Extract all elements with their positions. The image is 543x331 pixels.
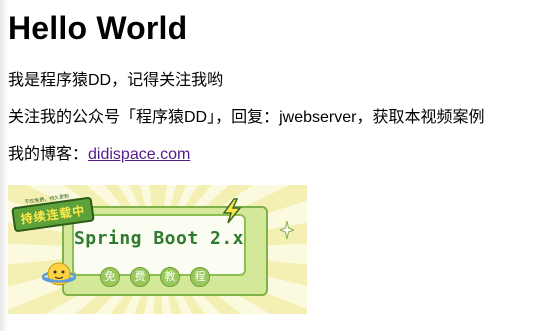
page-left-edge [0,0,8,331]
intro-paragraph: 我是程序猿DD，记得关注我哟 [8,72,224,89]
blog-link[interactable]: didispace.com [88,146,190,163]
banner-tags: 免 费 教 程 [100,267,210,287]
sparkle-icon [280,221,294,239]
follow-paragraph: 关注我的公众号「程序猿DD」，回复：jwebserver，获取本视频案例 [8,109,485,126]
banner-tag: 程 [190,267,210,287]
blog-paragraph: 我的博客：didispace.com [8,146,535,164]
lightning-icon [222,198,242,224]
course-banner-image: Spring Boot 2.x 免 费 教 程 不仅免费，持久更新 持续连载中 [8,185,307,314]
blog-label: 我的博客： [8,146,89,163]
main-content: Hello World 我是程序猿DD，记得关注我哟 关注我的公众号「程序猿DD… [8,0,535,164]
banner-tag: 免 [100,267,120,287]
planet-mascot-icon [42,262,76,286]
banner-title: Spring Boot 2.x [73,228,245,249]
banner-tag: 费 [130,267,150,287]
banner-tag: 教 [160,267,180,287]
page-heading: Hello World [8,10,188,46]
